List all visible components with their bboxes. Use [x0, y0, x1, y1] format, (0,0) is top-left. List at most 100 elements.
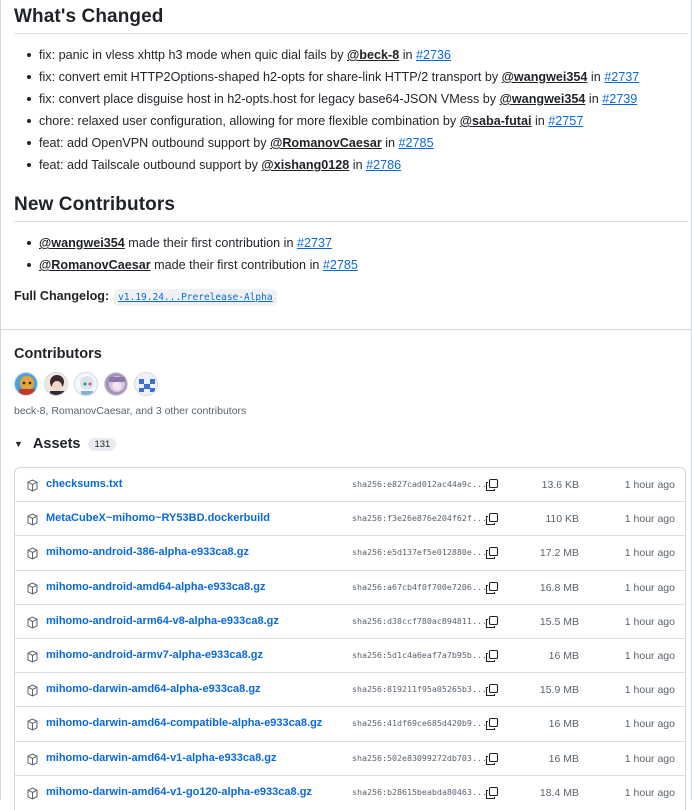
package-icon: [27, 718, 38, 731]
asset-size: 16 MB: [548, 718, 579, 731]
asset-link[interactable]: checksums.txt: [46, 478, 122, 490]
pr-link[interactable]: #2786: [366, 158, 401, 172]
asset-time: 1 hour ago: [624, 684, 675, 697]
caret-down-icon: ▼: [14, 439, 23, 449]
pr-link[interactable]: #2785: [399, 136, 434, 150]
table-row: mihomo-android-386-alpha-e933ca8.gz sha2…: [15, 536, 685, 571]
list-item: fix: panic in vless xhttp h3 mode when q…: [27, 44, 639, 66]
asset-sha256: sha256:5d1c4a6eaf7a7b95b...: [352, 649, 487, 660]
list-item: fix: convert place disguise host in h2-o…: [27, 88, 639, 110]
copy-icon[interactable]: [485, 512, 499, 526]
package-icon: [27, 616, 38, 629]
contributor-avatars: [14, 372, 164, 396]
asset-size: 15.5 MB: [539, 615, 579, 628]
asset-time: 1 hour ago: [624, 718, 675, 731]
package-icon: [27, 684, 38, 697]
asset-link[interactable]: mihomo-android-amd64-alpha-e933ca8.gz: [46, 581, 265, 593]
avatar[interactable]: [14, 372, 38, 396]
assets-toggle[interactable]: ▼ Assets 131: [14, 436, 117, 452]
table-row: mihomo-android-armv7-alpha-e933ca8.gz sh…: [15, 639, 685, 674]
user-link[interactable]: @wangwei354: [502, 70, 588, 84]
table-row: mihomo-android-amd64-alpha-e933ca8.gz sh…: [15, 571, 685, 605]
section-divider: [1, 329, 691, 330]
user-link[interactable]: @beck-8: [347, 48, 399, 62]
changelog-label: Full Changelog:: [14, 289, 110, 303]
table-row: checksums.txt sha256:e827cad012ac44a9c..…: [15, 468, 685, 503]
table-row: mihomo-darwin-amd64-compatible-alpha-e93…: [15, 707, 685, 742]
asset-link[interactable]: MetaCubeX~mihomo~RY53BD.dockerbuild: [46, 512, 270, 524]
asset-size: 16 MB: [548, 752, 579, 765]
asset-sha256: sha256:819211f95a05265b3...: [352, 684, 487, 695]
pr-link[interactable]: #2737: [297, 236, 332, 250]
asset-link[interactable]: mihomo-android-386-alpha-e933ca8.gz: [46, 546, 249, 558]
asset-time: 1 hour ago: [624, 479, 675, 491]
user-link[interactable]: @wangwei354: [500, 92, 586, 106]
user-link[interactable]: @xishang0128: [261, 158, 349, 172]
assets-table: checksums.txt sha256:e827cad012ac44a9c..…: [14, 467, 686, 810]
asset-sha256: sha256:41df69ce685d420b9...: [352, 718, 487, 729]
copy-icon[interactable]: [485, 615, 499, 629]
copy-icon[interactable]: [485, 581, 499, 595]
asset-size: 13.6 KB: [541, 479, 579, 491]
new-contributors-list: @wangwei354 made their first contributio…: [27, 232, 358, 276]
asset-time: 1 hour ago: [624, 649, 675, 662]
asset-sha256: sha256:e5d137ef5e012880e...: [352, 547, 487, 558]
user-link[interactable]: @wangwei354: [39, 236, 125, 250]
asset-link[interactable]: mihomo-darwin-amd64-v1-go120-alpha-e933c…: [46, 786, 312, 798]
user-link[interactable]: @saba-futai: [460, 114, 532, 128]
pr-link[interactable]: #2736: [416, 48, 451, 62]
table-row: mihomo-darwin-amd64-alpha-e933ca8.gz sha…: [15, 673, 685, 708]
list-item: chore: relaxed user configuration, allow…: [27, 110, 639, 132]
list-item: feat: add Tailscale outbound support by …: [27, 154, 639, 176]
avatar[interactable]: [104, 372, 128, 396]
table-row: mihomo-android-arm64-v8-alpha-e933ca8.gz…: [15, 605, 685, 639]
asset-sha256: sha256:502e83099272db703...: [352, 752, 487, 763]
asset-link[interactable]: mihomo-darwin-amd64-v1-alpha-e933ca8.gz: [46, 752, 276, 764]
pr-link[interactable]: #2739: [602, 92, 637, 106]
copy-icon[interactable]: [485, 683, 499, 697]
whats-changed-heading: What's Changed: [14, 6, 164, 27]
asset-link[interactable]: mihomo-darwin-amd64-alpha-e933ca8.gz: [46, 683, 261, 695]
pr-link[interactable]: #2785: [323, 258, 358, 272]
asset-size: 16 MB: [548, 649, 579, 662]
contributors-heading: Contributors: [14, 346, 102, 362]
asset-sha256: sha256:a67cb4f0f700e7206...: [352, 581, 487, 592]
asset-sha256: sha256:d38ccf780ac894811...: [352, 615, 487, 626]
asset-link[interactable]: mihomo-darwin-amd64-compatible-alpha-e93…: [46, 717, 322, 729]
avatar[interactable]: [44, 372, 68, 396]
copy-icon[interactable]: [485, 786, 499, 800]
user-link[interactable]: @RomanovCaesar: [270, 136, 382, 150]
package-icon: [27, 479, 38, 492]
copy-icon[interactable]: [485, 752, 499, 766]
pr-link[interactable]: #2757: [548, 114, 583, 128]
copy-icon[interactable]: [485, 649, 499, 663]
list-item: @wangwei354 made their first contributio…: [27, 232, 358, 254]
asset-time: 1 hour ago: [624, 547, 675, 560]
user-link[interactable]: @RomanovCaesar: [39, 258, 151, 272]
changes-list: fix: panic in vless xhttp h3 mode when q…: [27, 44, 639, 176]
release-panel: What's Changed fix: panic in vless xhttp…: [0, 0, 692, 810]
heading-divider: [14, 221, 688, 222]
table-row: mihomo-darwin-amd64-v1-go120-alpha-e933c…: [15, 776, 685, 810]
asset-size: 110 KB: [545, 513, 579, 526]
asset-size: 15.9 MB: [539, 684, 579, 697]
list-item: feat: add OpenVPN outbound support by @R…: [27, 132, 639, 154]
asset-time: 1 hour ago: [624, 513, 675, 526]
package-icon: [27, 547, 38, 560]
copy-icon[interactable]: [485, 478, 499, 492]
asset-link[interactable]: mihomo-android-armv7-alpha-e933ca8.gz: [46, 649, 263, 661]
changelog-link[interactable]: v1.19.24...Prerelease-Alpha: [114, 289, 277, 306]
avatar[interactable]: [134, 372, 158, 396]
pr-link[interactable]: #2737: [604, 70, 639, 84]
asset-link[interactable]: mihomo-android-arm64-v8-alpha-e933ca8.gz: [46, 615, 279, 627]
copy-icon[interactable]: [485, 546, 499, 560]
asset-sha256: sha256:e827cad012ac44a9c...: [352, 479, 487, 489]
heading-divider: [14, 33, 688, 34]
avatar[interactable]: [74, 372, 98, 396]
full-changelog: Full Changelog: v1.19.24...Prerelease-Alp…: [14, 289, 277, 306]
list-item: fix: convert emit HTTP2Options-shaped h2…: [27, 66, 639, 88]
package-icon: [27, 582, 38, 595]
package-icon: [27, 752, 38, 766]
new-contributors-heading: New Contributors: [14, 194, 175, 215]
copy-icon[interactable]: [485, 717, 499, 731]
